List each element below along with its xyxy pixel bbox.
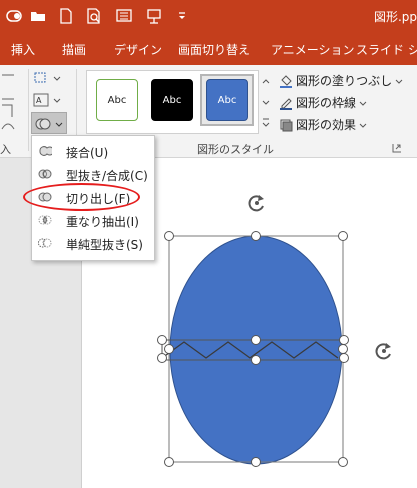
shape-styles-group-label: 図形のスタイル bbox=[197, 143, 274, 156]
shape-style-3[interactable]: Abc bbox=[206, 79, 248, 121]
customize-qat-icon[interactable] bbox=[174, 8, 190, 24]
shape-fill-button[interactable]: 図形の塗りつぶし bbox=[279, 72, 404, 89]
chevron-down-icon[interactable] bbox=[52, 95, 62, 105]
tab-draw[interactable]: 描画 bbox=[62, 41, 86, 58]
pen-icon bbox=[280, 97, 292, 110]
gallery-scroll-buttons[interactable] bbox=[260, 71, 272, 133]
chevron-down-icon bbox=[395, 79, 403, 84]
menu-item-intersect[interactable]: 重なり抽出(I) bbox=[32, 209, 154, 231]
chevron-down-icon bbox=[55, 122, 63, 127]
title-bar: 図形.pp bbox=[0, 0, 417, 33]
tab-slideshow[interactable]: スライド ショ bbox=[356, 41, 417, 58]
svg-text:A: A bbox=[36, 96, 42, 105]
menu-item-label: 単純型抜き(S) bbox=[66, 238, 143, 252]
tab-animations[interactable]: アニメーション bbox=[271, 41, 355, 58]
shape-fill-label: 図形の塗りつぶし bbox=[296, 74, 393, 88]
rotate-handle-icon[interactable] bbox=[373, 340, 395, 362]
shape-style-1[interactable]: Abc bbox=[96, 79, 138, 121]
tab-insert[interactable]: 挿入 bbox=[11, 41, 35, 58]
menu-item-label: 接合(U) bbox=[66, 146, 109, 160]
tab-design[interactable]: デザイン bbox=[114, 41, 162, 58]
ribbon-tabs: 挿入 描画 デザイン 画面切り替え アニメーション スライド ショ bbox=[0, 33, 417, 65]
chevron-down-icon bbox=[359, 101, 367, 106]
menu-item-subtract[interactable]: 単純型抜き(S) bbox=[32, 232, 154, 254]
menu-item-label: 重なり抽出(I) bbox=[66, 215, 139, 229]
text-box-icon[interactable]: A bbox=[33, 93, 49, 107]
menu-item-combine[interactable]: 型抜き/合成(C) bbox=[32, 163, 154, 185]
union-icon bbox=[39, 146, 52, 156]
paint-bucket-icon bbox=[280, 74, 292, 88]
subtract-icon bbox=[38, 238, 52, 248]
open-folder-icon[interactable] bbox=[30, 8, 46, 24]
menu-item-label: 型抜き/合成(C) bbox=[66, 169, 148, 183]
slide-icon[interactable] bbox=[116, 8, 132, 24]
intersect-icon bbox=[38, 215, 52, 225]
merge-shapes-icon bbox=[35, 118, 51, 130]
edit-shape-icon[interactable] bbox=[33, 71, 49, 85]
merge-shapes-button[interactable] bbox=[31, 112, 67, 134]
insert-group-label: 入 bbox=[0, 143, 11, 156]
document-title: 図形.pp bbox=[373, 10, 417, 24]
tab-transitions[interactable]: 画面切り替え bbox=[178, 41, 250, 58]
red-highlight-circle bbox=[23, 183, 140, 211]
shape-style-2[interactable]: Abc bbox=[151, 79, 193, 121]
chevron-down-icon bbox=[359, 123, 367, 128]
shape-effects-label: 図形の効果 bbox=[296, 118, 357, 132]
shape-effects-icon bbox=[280, 119, 293, 131]
combine-icon bbox=[38, 169, 52, 179]
shape-outline-button[interactable]: 図形の枠線 bbox=[279, 94, 368, 111]
chevron-down-icon[interactable] bbox=[52, 73, 62, 83]
autosave-icon[interactable] bbox=[6, 8, 22, 24]
dialog-launcher-icon[interactable] bbox=[392, 143, 402, 153]
print-preview-icon[interactable] bbox=[86, 8, 102, 24]
rotate-handle-icon[interactable] bbox=[246, 192, 268, 214]
shape-outline-label: 図形の枠線 bbox=[296, 96, 357, 110]
menu-item-union[interactable]: 接合(U) bbox=[32, 140, 154, 162]
shapes-gallery-partial[interactable] bbox=[0, 71, 28, 133]
presenter-icon[interactable] bbox=[146, 8, 162, 24]
shape-effects-button[interactable]: 図形の効果 bbox=[279, 116, 368, 133]
new-document-icon[interactable] bbox=[58, 8, 74, 24]
